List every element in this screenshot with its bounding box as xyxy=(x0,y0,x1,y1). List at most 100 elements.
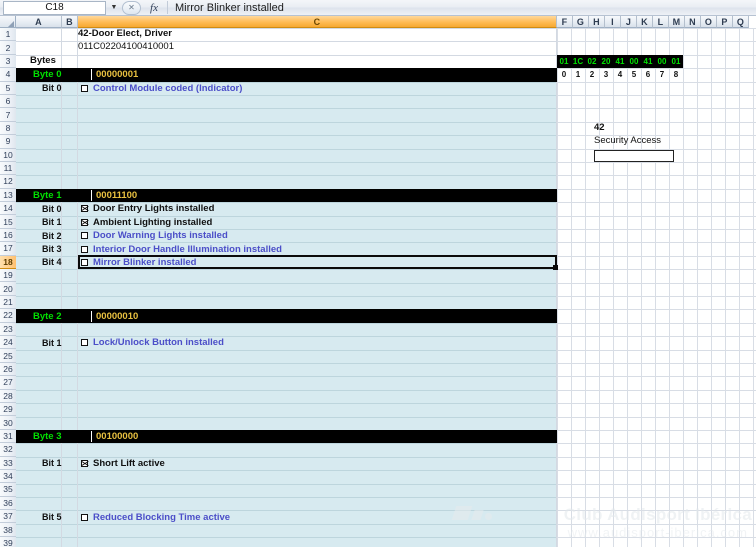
grid-hline xyxy=(557,443,756,444)
row-header-22[interactable]: 22 xyxy=(0,309,16,322)
row-header-36[interactable]: 36 xyxy=(0,497,16,510)
grid-hline xyxy=(557,269,756,270)
row-header-10[interactable]: 10 xyxy=(0,149,16,162)
row-header-12[interactable]: 12 xyxy=(0,175,16,188)
grid-hline xyxy=(16,296,557,297)
grid-hline xyxy=(557,189,756,190)
grid-hline xyxy=(557,296,756,297)
grid-hline xyxy=(16,175,557,176)
checkbox-checked-icon[interactable] xyxy=(78,202,90,215)
column-header-j[interactable]: J xyxy=(621,16,637,28)
row-header-31[interactable]: 31 xyxy=(0,430,16,443)
bit-label: Bit 1 xyxy=(30,216,75,229)
bit-description: Door Entry Lights installed xyxy=(93,202,214,215)
row-header-35[interactable]: 35 xyxy=(0,483,16,496)
row-header-9[interactable]: 9 xyxy=(0,135,16,148)
row-header-7[interactable]: 7 xyxy=(0,108,16,121)
hex-byte-value: 00 xyxy=(627,55,641,68)
hex-byte-index: 7 xyxy=(655,68,669,81)
security-access-input[interactable] xyxy=(594,150,674,162)
row-header-25[interactable]: 25 xyxy=(0,349,16,362)
row-header-39[interactable]: 39 xyxy=(0,537,16,547)
hex-byte-value: 20 xyxy=(599,55,613,68)
row-header-19[interactable]: 19 xyxy=(0,269,16,282)
row-header-32[interactable]: 32 xyxy=(0,443,16,456)
row-header-16[interactable]: 16 xyxy=(0,229,16,242)
row-header-28[interactable]: 28 xyxy=(0,390,16,403)
row-header-4[interactable]: 4 xyxy=(0,68,16,81)
hex-byte-index: 0 xyxy=(557,68,571,81)
row-header-29[interactable]: 29 xyxy=(0,403,16,416)
row-header-37[interactable]: 37 xyxy=(0,510,16,523)
row-header-33[interactable]: 33 xyxy=(0,457,16,470)
grid-hline xyxy=(557,376,756,377)
row-header-18[interactable]: 18 xyxy=(0,256,16,269)
row-header-13[interactable]: 13 xyxy=(0,189,16,202)
column-header-m[interactable]: M xyxy=(669,16,685,28)
row-header-34[interactable]: 34 xyxy=(0,470,16,483)
row-header-5[interactable]: 5 xyxy=(0,82,16,95)
chevron-down-icon[interactable]: ▼ xyxy=(106,1,122,15)
column-header-a[interactable]: A xyxy=(16,16,62,28)
checkbox-unchecked-icon[interactable] xyxy=(78,229,90,242)
checkbox-unchecked-icon[interactable] xyxy=(78,510,90,523)
row-header-24[interactable]: 24 xyxy=(0,336,16,349)
hex-byte-value: 41 xyxy=(641,55,655,68)
grid-hline xyxy=(557,108,756,109)
row-header-column: 1234567891011121314151617181920212223242… xyxy=(0,28,16,547)
column-header-i[interactable]: I xyxy=(605,16,621,28)
column-header-k[interactable]: K xyxy=(637,16,653,28)
formula-input[interactable]: Mirror Blinker installed xyxy=(168,1,756,15)
checkbox-unchecked-icon[interactable] xyxy=(78,82,90,95)
select-all-corner[interactable] xyxy=(0,16,16,28)
row-header-15[interactable]: 15 xyxy=(0,215,16,228)
column-header-o[interactable]: O xyxy=(701,16,717,28)
hex-bytes-bar: 011C02204100410001 xyxy=(557,55,683,68)
hex-byte-index: 5 xyxy=(627,68,641,81)
row-header-1[interactable]: 1 xyxy=(0,28,16,41)
name-box[interactable]: C18 xyxy=(3,1,106,15)
grid-hline xyxy=(16,269,557,270)
column-header-h[interactable]: H xyxy=(589,16,605,28)
column-header-f[interactable]: F xyxy=(557,16,573,28)
checkbox-unchecked-icon[interactable] xyxy=(78,336,90,349)
row-header-30[interactable]: 30 xyxy=(0,416,16,429)
column-header-c[interactable]: C xyxy=(78,16,557,28)
cancel-icon[interactable]: ✕ xyxy=(122,1,141,15)
row-header-6[interactable]: 6 xyxy=(0,95,16,108)
grid-hline xyxy=(16,403,557,404)
selected-cell-c18[interactable] xyxy=(78,255,557,269)
column-header-n[interactable]: N xyxy=(685,16,701,28)
row-header-23[interactable]: 23 xyxy=(0,323,16,336)
byte-label: Byte 0 xyxy=(30,69,77,80)
bit-description: Reduced Blocking Time active xyxy=(93,510,230,523)
row-header-38[interactable]: 38 xyxy=(0,523,16,536)
checkbox-glyph xyxy=(81,246,88,253)
checkbox-unchecked-icon[interactable] xyxy=(78,242,90,255)
column-header-p[interactable]: P xyxy=(717,16,733,28)
row-header-17[interactable]: 17 xyxy=(0,242,16,255)
row-header-14[interactable]: 14 xyxy=(0,202,16,215)
row-header-26[interactable]: 26 xyxy=(0,363,16,376)
bit-description: Lock/Unlock Button installed xyxy=(93,336,224,349)
row-header-27[interactable]: 27 xyxy=(0,376,16,389)
grid-vline xyxy=(557,28,558,547)
bit-label: Bit 0 xyxy=(30,202,75,215)
column-header-q[interactable]: Q xyxy=(733,16,749,28)
grid-hline xyxy=(557,229,756,230)
checkbox-checked-icon[interactable] xyxy=(78,457,90,470)
column-header-l[interactable]: L xyxy=(653,16,669,28)
row-header-2[interactable]: 2 xyxy=(0,41,16,54)
row-header-3[interactable]: 3 xyxy=(0,55,16,68)
row-header-21[interactable]: 21 xyxy=(0,296,16,309)
grid-vline xyxy=(725,28,726,547)
row-header-20[interactable]: 20 xyxy=(0,282,16,295)
grid-hline xyxy=(16,350,557,351)
column-header-g[interactable]: G xyxy=(573,16,589,28)
row-header-8[interactable]: 8 xyxy=(0,122,16,135)
column-header-b[interactable]: B xyxy=(62,16,78,28)
fx-icon[interactable]: fx xyxy=(141,1,167,15)
checkbox-checked-icon[interactable] xyxy=(78,216,90,229)
row-header-11[interactable]: 11 xyxy=(0,162,16,175)
spreadsheet-window: C18 ▼ ✕ fx Mirror Blinker installed A B … xyxy=(0,0,756,547)
